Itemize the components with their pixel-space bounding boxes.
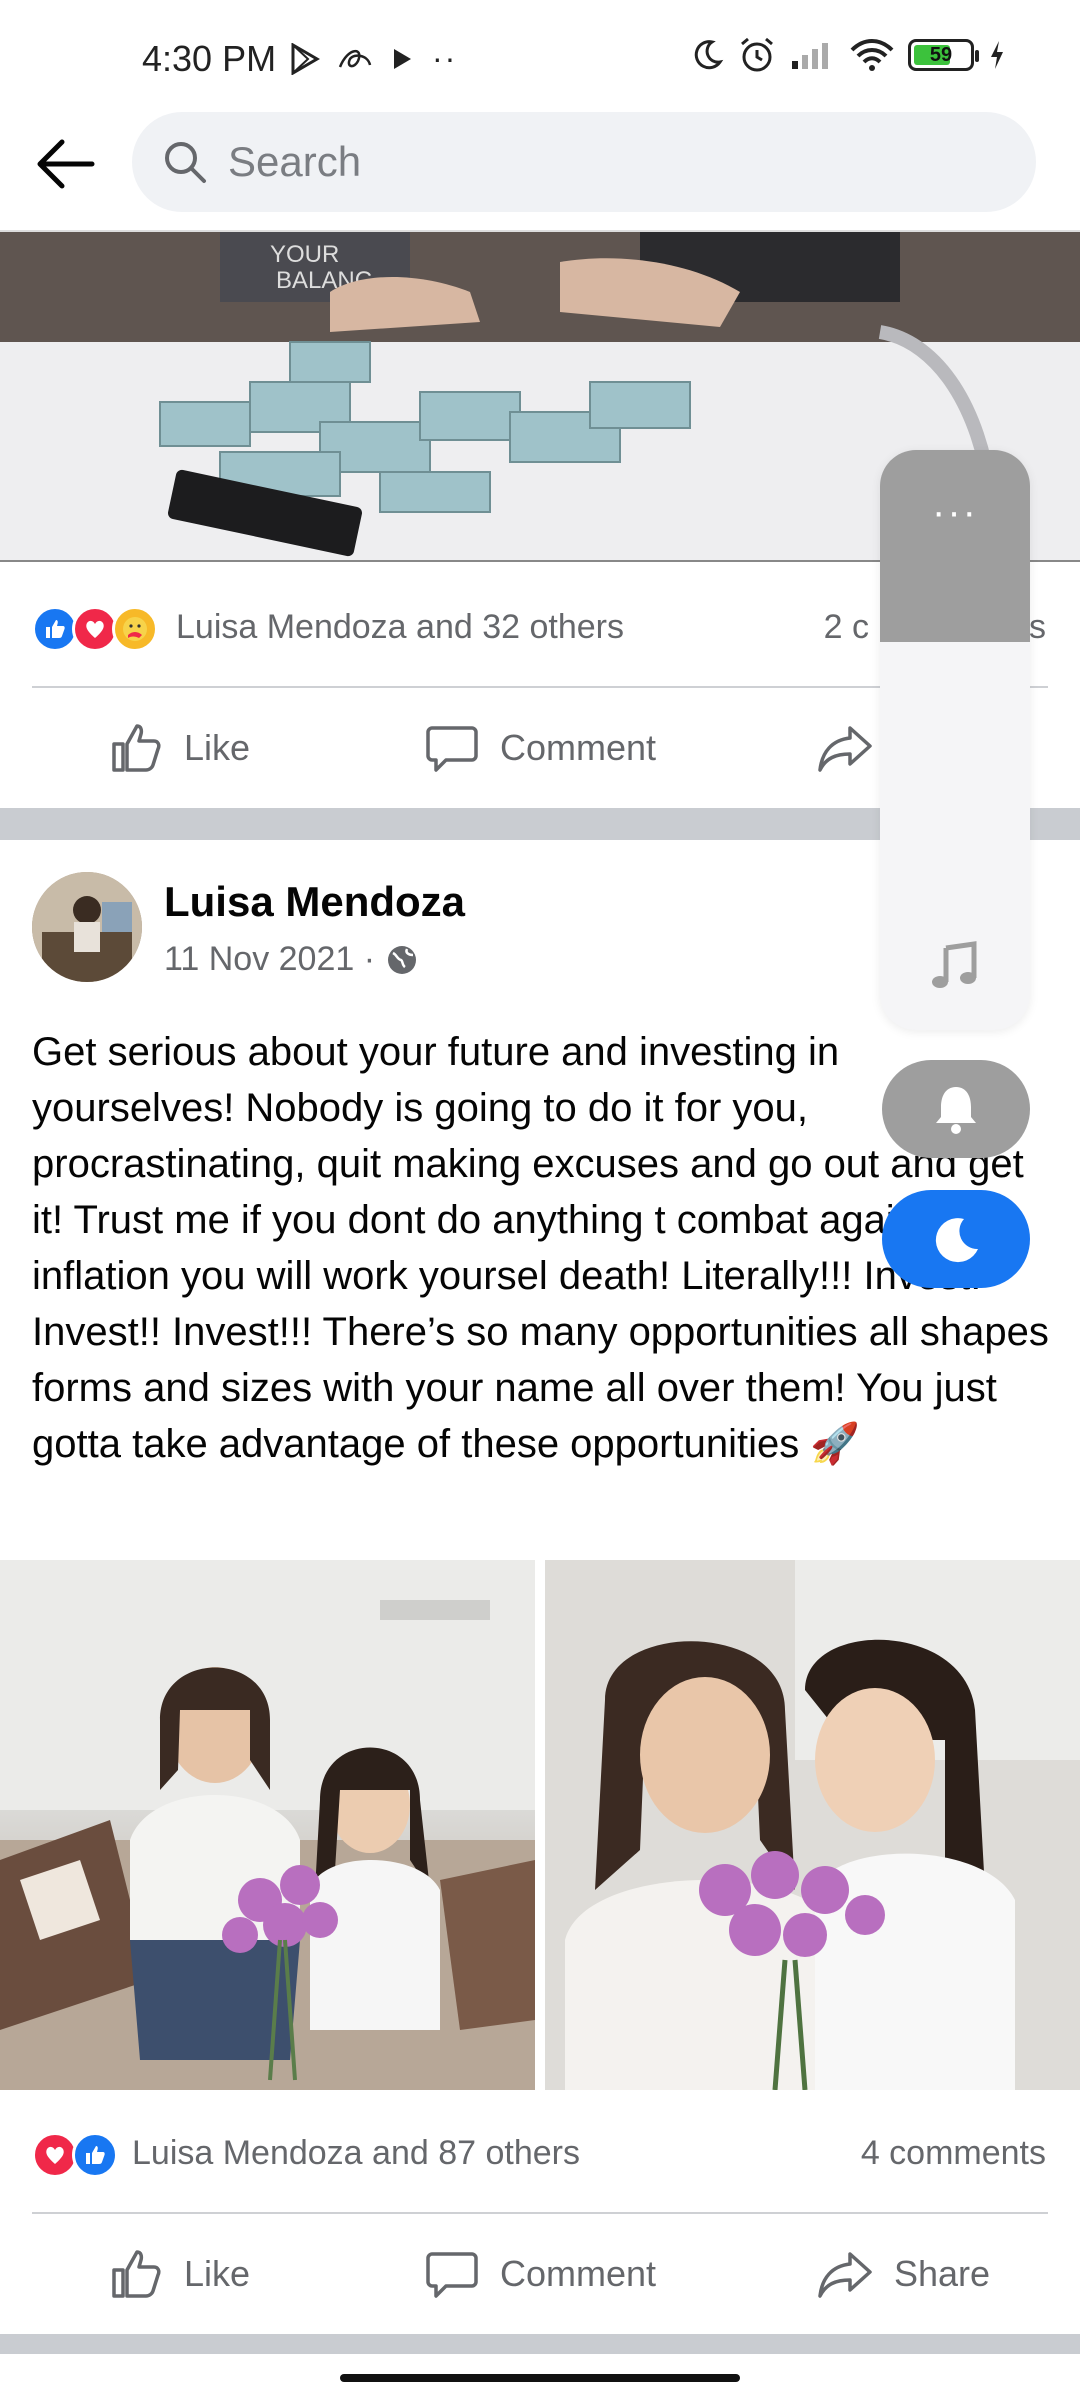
search-icon <box>165 142 206 183</box>
post2-comments-count[interactable]: 4 comments <box>861 2134 1046 2173</box>
wifi-icon <box>850 39 894 71</box>
post2-reaction-icons <box>32 2132 118 2178</box>
post2-like-label: Like <box>184 2253 251 2294</box>
post2-meta: 11 Nov 2021 · <box>164 940 419 979</box>
alarm-icon <box>741 37 773 72</box>
post2-photo-grid <box>0 1560 1080 2090</box>
mother-daughter-photo-2 <box>545 1560 1080 2090</box>
post2-photo-1[interactable] <box>0 1560 535 2090</box>
floating-quick-panel[interactable]: ··· <box>880 450 1030 1030</box>
play-store-icon <box>291 42 320 75</box>
search-bar[interactable] <box>132 112 1036 212</box>
post2-reaction-summary[interactable]: Luisa Mendoza and 87 others <box>132 2134 580 2173</box>
back-arrow-icon[interactable] <box>32 130 100 198</box>
post1-reaction-summary[interactable]: Luisa Mendoza and 32 others <box>176 608 624 647</box>
moon-icon <box>935 1218 978 1263</box>
play-icon <box>394 48 411 69</box>
post1-comment-label: Comment <box>500 727 657 768</box>
charging-icon <box>991 41 1003 69</box>
more-dots-icon[interactable]: ··· <box>880 490 1030 535</box>
post1-like-label: Like <box>184 727 251 768</box>
post2-author-name[interactable]: Luisa Mendoza <box>164 878 465 926</box>
post1-comment-button[interactable]: Comment <box>424 688 656 808</box>
moon-icon <box>694 40 724 70</box>
post2-comment-label: Comment <box>500 2253 657 2294</box>
signal-icon <box>792 43 828 69</box>
cursive-a-icon <box>338 49 372 68</box>
mother-daughter-photo-1 <box>0 1560 535 2090</box>
share-icon <box>818 2252 872 2298</box>
post1-share-button[interactable] <box>816 688 874 808</box>
avatar[interactable] <box>32 872 142 982</box>
comment-icon <box>426 2252 478 2298</box>
post2-reactions-row[interactable]: Luisa Mendoza and 87 others 4 comments <box>0 2092 1080 2212</box>
care-reaction-icon <box>112 606 158 652</box>
bell-icon <box>936 1087 976 1134</box>
battery-level: 59 <box>929 43 953 66</box>
home-indicator[interactable] <box>340 2374 740 2382</box>
post2-like-button[interactable]: Like <box>108 2214 250 2334</box>
more-dots-icon: ·· <box>432 40 458 76</box>
status-bar: 4:30 PM ·· 59 <box>0 0 1080 115</box>
floating-moon-button[interactable] <box>882 1190 1030 1288</box>
like-icon <box>112 724 161 772</box>
post2-share-label: Share <box>894 2253 991 2294</box>
status-time: 4:30 PM <box>142 38 277 79</box>
music-note-icon[interactable] <box>928 940 982 994</box>
globe-icon <box>388 945 417 974</box>
search-input[interactable] <box>228 138 928 186</box>
post1-comments-text-tail: s <box>1029 608 1046 646</box>
status-left-icons: ·· <box>290 40 457 77</box>
post1-like-button[interactable]: Like <box>108 688 250 808</box>
post2-action-row: Like Comment Share <box>0 2214 1080 2334</box>
feed-separator-bottom <box>0 2334 1080 2354</box>
search-header <box>0 108 1080 232</box>
post2-share-button[interactable]: Share <box>816 2214 990 2334</box>
like-icon <box>112 2250 161 2298</box>
share-icon <box>818 726 872 772</box>
status-right-icons: 59 <box>690 36 1006 74</box>
floating-bell-button[interactable] <box>882 1060 1030 1158</box>
like-reaction-icon <box>72 2132 118 2178</box>
post2-date[interactable]: 11 Nov 2021 · <box>164 940 375 979</box>
svg-text:YOUR: YOUR <box>270 241 339 268</box>
post1-reaction-icons <box>32 606 158 652</box>
battery-icon: 59 <box>908 39 979 71</box>
post2-comment-button[interactable]: Comment <box>424 2214 656 2334</box>
comment-icon <box>426 726 478 772</box>
post2-photo-2[interactable] <box>545 1560 1080 2090</box>
post1-comments-text: 2 c <box>823 608 869 646</box>
floating-panel-handle[interactable]: ··· <box>880 450 1030 642</box>
